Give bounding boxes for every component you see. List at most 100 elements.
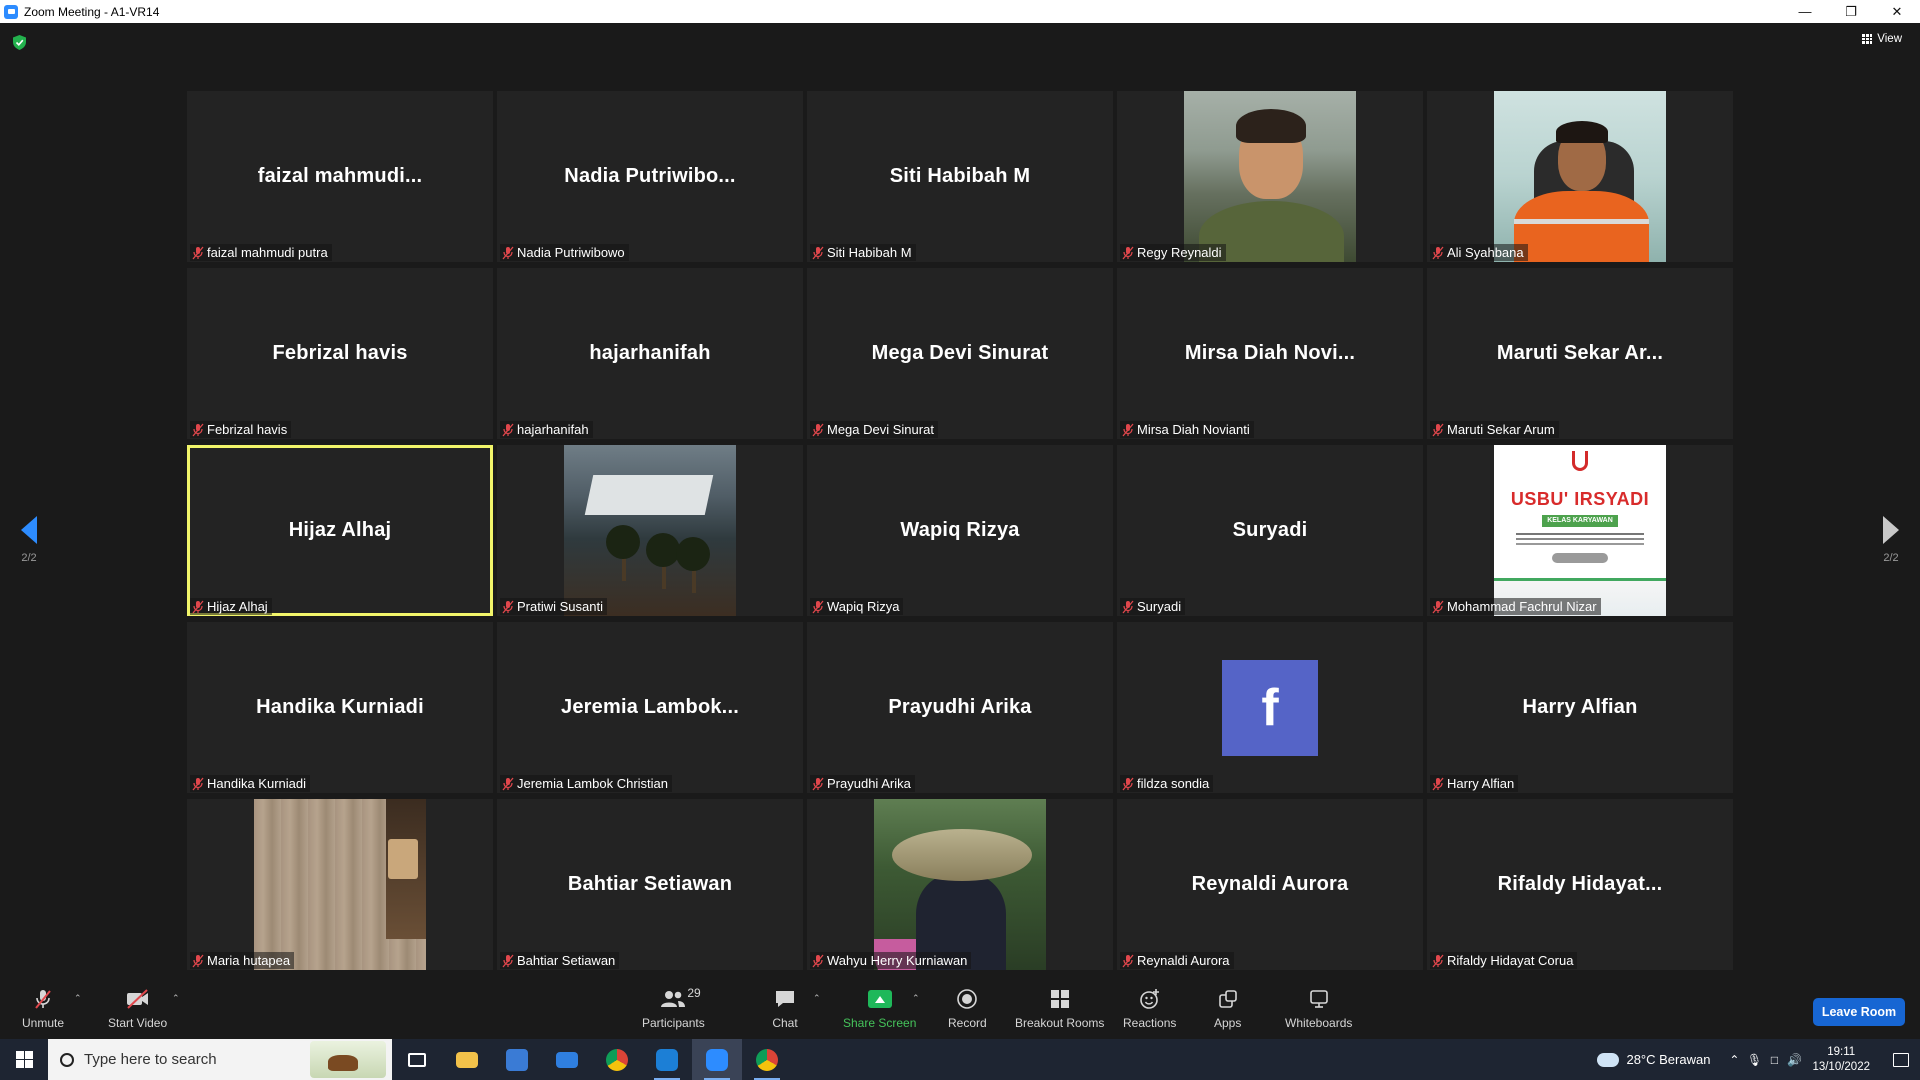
audio-options-caret[interactable]: ⌃ bbox=[74, 993, 82, 1004]
minimize-button[interactable]: — bbox=[1782, 0, 1828, 23]
participant-name: Nadia Putriwibowo bbox=[517, 245, 625, 260]
muted-mic-icon bbox=[1432, 600, 1444, 613]
participant-tile[interactable]: Harry Alfian Harry Alfian bbox=[1427, 622, 1733, 793]
weather-text[interactable]: 28°C Berawan bbox=[1626, 1052, 1710, 1067]
poster-badge: KELAS KARYAWAN bbox=[1542, 515, 1618, 527]
participant-tile[interactable]: USBU' IRSYADI KELAS KARYAWAN Mohammad Fach… bbox=[1427, 445, 1733, 616]
store-icon bbox=[506, 1048, 528, 1071]
muted-mic-icon bbox=[812, 246, 824, 259]
mail-icon bbox=[556, 1051, 578, 1068]
breakout-rooms-icon bbox=[1047, 988, 1073, 1010]
participant-tile[interactable]: Nadia Putriwibo... Nadia Putriwibowo bbox=[497, 91, 803, 262]
participants-label: Participants bbox=[642, 1016, 705, 1030]
muted-mic-icon bbox=[1122, 246, 1134, 259]
participant-tile[interactable]: Prayudhi Arika Prayudhi Arika bbox=[807, 622, 1113, 793]
participant-name-label: Wapiq Rizya bbox=[810, 598, 904, 615]
participant-display-name: faizal mahmudi... bbox=[257, 165, 423, 187]
weather-cloud-icon[interactable] bbox=[1597, 1052, 1620, 1067]
participant-name: Ali Syahbana bbox=[1447, 245, 1524, 260]
chat-options-caret[interactable]: ⌃ bbox=[813, 993, 821, 1004]
mail-button[interactable] bbox=[542, 1039, 592, 1080]
participant-tile[interactable]: Maruti Sekar Ar... Maruti Sekar Arum bbox=[1427, 268, 1733, 439]
taskbar-search[interactable]: Type here to search bbox=[48, 1039, 392, 1080]
chrome-button[interactable] bbox=[592, 1039, 642, 1080]
task-view-button[interactable] bbox=[392, 1039, 442, 1080]
participant-tile[interactable]: Reynaldi Aurora Reynaldi Aurora bbox=[1117, 799, 1423, 970]
next-page-button[interactable]: 2/2 bbox=[1871, 516, 1911, 576]
participant-tile[interactable]: Wapiq Rizya Wapiq Rizya bbox=[807, 445, 1113, 616]
participant-name-label: hajarhanifah bbox=[500, 421, 593, 438]
participant-tile[interactable]: Handika Kurniadi Handika Kurniadi bbox=[187, 622, 493, 793]
meeting-toolbar: Unmute ⌃ Start Video ⌃ 29 Participants C… bbox=[0, 980, 1920, 1039]
record-button[interactable]: Record bbox=[948, 988, 987, 1030]
reactions-button[interactable]: Reactions bbox=[1123, 988, 1176, 1030]
notification-center-button[interactable] bbox=[1882, 1039, 1920, 1080]
microphone-icon[interactable]: 🎙 bbox=[1744, 1053, 1764, 1067]
previous-page-button[interactable]: 2/2 bbox=[9, 516, 49, 576]
unmute-button[interactable]: Unmute bbox=[22, 988, 64, 1030]
participant-tile[interactable]: Mirsa Diah Novi... Mirsa Diah Novianti bbox=[1117, 268, 1423, 439]
participant-tile[interactable]: faizal mahmudi... faizal mahmudi putra bbox=[187, 91, 493, 262]
restore-button[interactable]: ❐ bbox=[1828, 0, 1874, 23]
teamviewer-button[interactable] bbox=[642, 1039, 692, 1080]
participant-name: fildza sondia bbox=[1137, 776, 1210, 791]
share-screen-button[interactable]: Share Screen bbox=[843, 988, 916, 1030]
system-tray: 28°C Berawan ⌃ 🎙 □ 🔊 19:11 13/10/2022 bbox=[1597, 1039, 1920, 1080]
taskbar-clock[interactable]: 19:11 13/10/2022 bbox=[1812, 1045, 1870, 1075]
zoom-taskbar-button[interactable] bbox=[692, 1039, 742, 1080]
participant-name: Suryadi bbox=[1137, 599, 1182, 614]
participant-tile[interactable]: Rifaldy Hidayat... Rifaldy Hidayat Corua bbox=[1427, 799, 1733, 970]
participant-name: Harry Alfian bbox=[1447, 776, 1515, 791]
participant-tile[interactable]: f fildza sondia bbox=[1117, 622, 1423, 793]
close-button[interactable]: ✕ bbox=[1874, 0, 1920, 23]
participants-button[interactable]: 29 Participants bbox=[642, 986, 705, 1030]
network-icon[interactable]: □ bbox=[1764, 1053, 1784, 1067]
muted-mic-icon bbox=[502, 777, 514, 790]
participant-tile[interactable]: Jeremia Lambok... Jeremia Lambok Christia… bbox=[497, 622, 803, 793]
chevron-up-icon[interactable]: ⌃ bbox=[1724, 1053, 1744, 1067]
participant-tile[interactable]: Maria hutapea bbox=[187, 799, 493, 970]
encryption-shield-icon[interactable] bbox=[13, 35, 26, 50]
video-options-caret[interactable]: ⌃ bbox=[172, 993, 180, 1004]
share-screen-label: Share Screen bbox=[843, 1016, 917, 1030]
participant-name-label: Reynaldi Aurora bbox=[1120, 952, 1234, 969]
chat-button[interactable]: Chat bbox=[772, 988, 798, 1030]
start-video-button[interactable]: Start Video bbox=[108, 988, 167, 1030]
participant-name: Prayudhi Arika bbox=[827, 776, 911, 791]
participant-tile[interactable]: Ali Syahbana bbox=[1427, 91, 1733, 262]
participant-tile[interactable]: Hijaz Alhaj Hijaz Alhaj bbox=[187, 445, 493, 616]
muted-mic-icon bbox=[192, 423, 204, 436]
participant-tile[interactable]: Suryadi Suryadi bbox=[1117, 445, 1423, 616]
zoom-app-icon bbox=[4, 4, 18, 19]
start-button[interactable] bbox=[0, 1039, 48, 1080]
participant-name: Wahyu Herry Kurniawan bbox=[827, 953, 968, 968]
participant-tile[interactable]: Febrizal havis Febrizal havis bbox=[187, 268, 493, 439]
participant-tile[interactable]: Bahtiar Setiawan Bahtiar Setiawan bbox=[497, 799, 803, 970]
view-button[interactable]: View bbox=[1862, 33, 1902, 45]
participant-tile[interactable]: Siti Habibah M Siti Habibah M bbox=[807, 91, 1113, 262]
leave-room-button[interactable]: Leave Room bbox=[1813, 998, 1905, 1026]
clock-time: 19:11 bbox=[1827, 1045, 1856, 1058]
participant-name: hajarhanifah bbox=[517, 422, 589, 437]
participant-tile[interactable]: hajarhanifah hajarhanifah bbox=[497, 268, 803, 439]
volume-icon[interactable]: 🔊 bbox=[1784, 1053, 1804, 1067]
whiteboards-button[interactable]: Whiteboards bbox=[1285, 988, 1352, 1030]
participant-tile[interactable]: Mega Devi Sinurat Mega Devi Sinurat bbox=[807, 268, 1113, 439]
muted-mic-icon bbox=[192, 246, 204, 259]
breakout-rooms-button[interactable]: Breakout Rooms bbox=[1015, 988, 1104, 1030]
muted-mic-icon bbox=[812, 954, 824, 967]
muted-mic-icon bbox=[192, 954, 204, 967]
store-button[interactable] bbox=[492, 1039, 542, 1080]
file-explorer-button[interactable] bbox=[442, 1039, 492, 1080]
chrome-profile-button[interactable] bbox=[742, 1039, 792, 1080]
apps-button[interactable]: Apps bbox=[1214, 988, 1241, 1030]
muted-mic-icon bbox=[502, 246, 514, 259]
search-placeholder: Type here to search bbox=[84, 1051, 217, 1068]
share-options-caret[interactable]: ⌃ bbox=[912, 993, 920, 1004]
participant-tile[interactable]: Regy Reynaldi bbox=[1117, 91, 1423, 262]
participant-tile[interactable]: Wahyu Herry Kurniawan bbox=[807, 799, 1113, 970]
participant-tile[interactable]: Pratiwi Susanti bbox=[497, 445, 803, 616]
view-label: View bbox=[1877, 33, 1902, 45]
whiteboards-label: Whiteboards bbox=[1285, 1016, 1353, 1030]
page-indicator-left: 2/2 bbox=[21, 552, 37, 564]
